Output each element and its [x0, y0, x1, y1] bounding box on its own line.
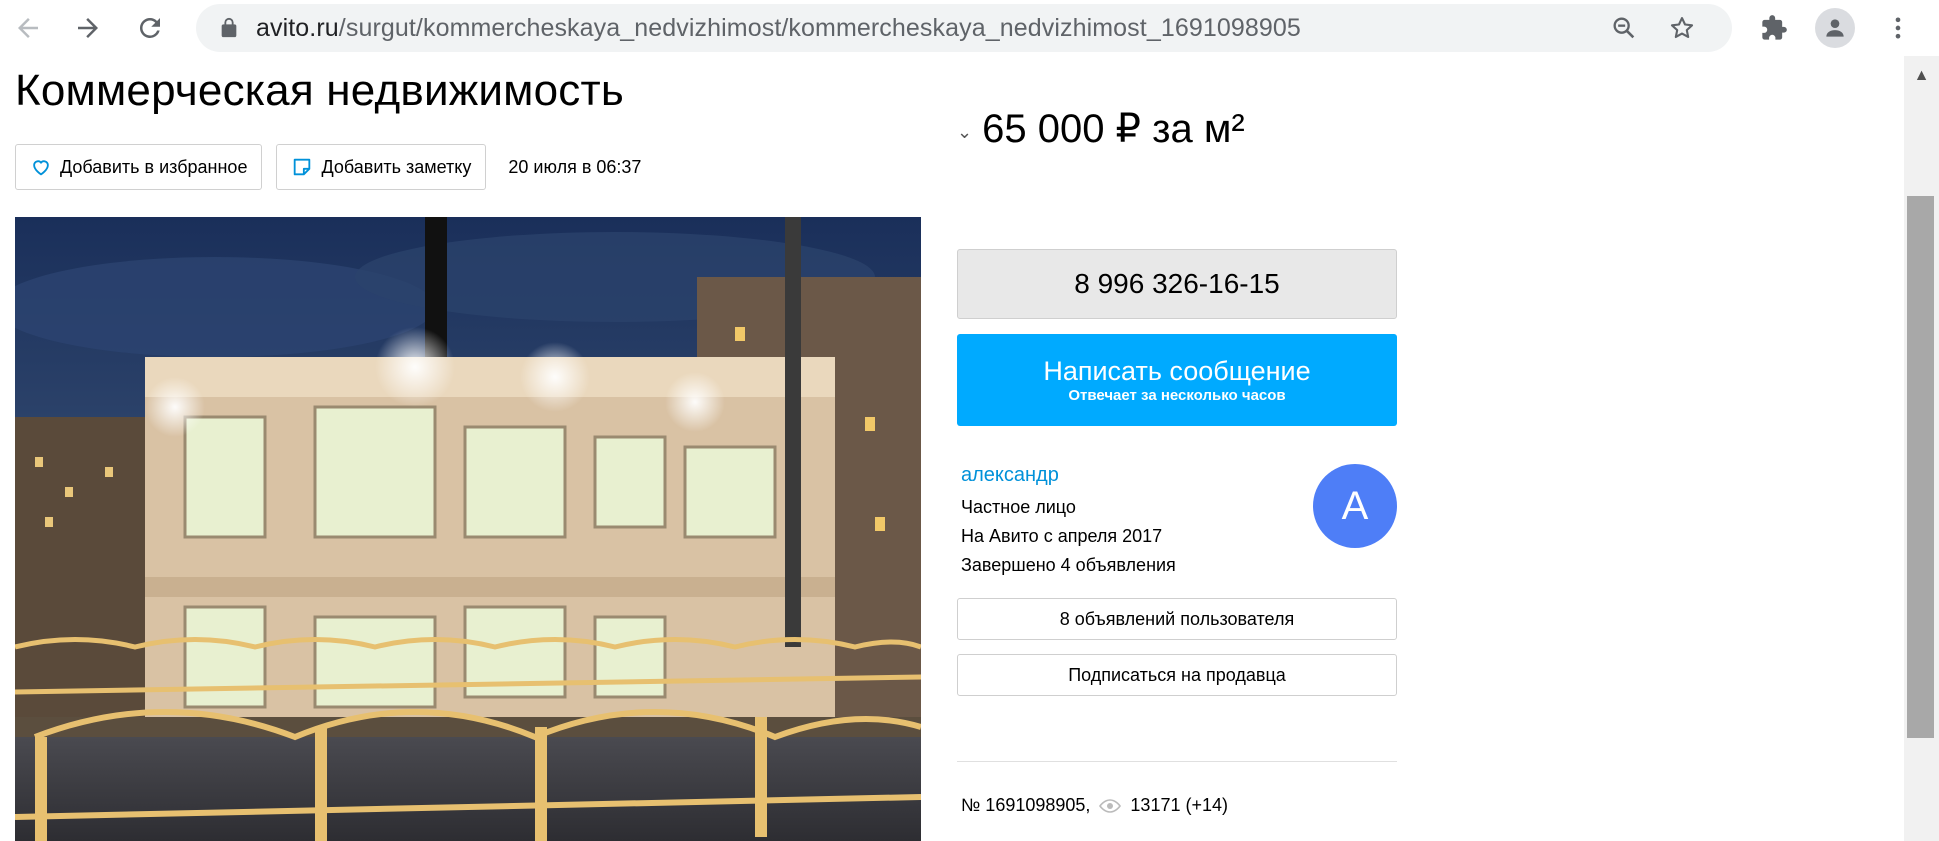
seller-type: Частное лицо [961, 497, 1076, 517]
zoom-out-icon [1613, 17, 1635, 39]
add-to-favorites-button[interactable]: Добавить в избранное [15, 144, 263, 190]
write-message-label: Написать сообщение [1043, 356, 1311, 386]
reload-icon [139, 17, 160, 38]
listing-actions: Добавить в избранное Добавить заметку 20… [15, 144, 641, 190]
listing-title: Коммерческая недвижимость [15, 66, 624, 115]
eye-icon [1099, 798, 1122, 813]
bookmark-button[interactable] [1666, 12, 1698, 44]
url-host: avito.ru [256, 13, 339, 42]
scroll-thumb[interactable] [1907, 196, 1934, 738]
browser-toolbar: avito.ru/surgut/kommercheskaya_nedvizhim… [0, 0, 1939, 56]
reload-button[interactable] [128, 6, 172, 50]
price-dropdown-chevron-icon[interactable]: ⌄ [957, 122, 972, 143]
back-button[interactable] [6, 6, 50, 50]
views-count: 13171 (+14) [1130, 795, 1228, 815]
add-note-button[interactable]: Добавить заметку [276, 144, 487, 190]
arrow-right-icon [78, 18, 98, 38]
listing-meta: № 1691098905, 13171 (+14) [961, 795, 1228, 816]
address-bar[interactable]: avito.ru/surgut/kommercheskaya_nedvizhim… [196, 4, 1732, 52]
subscribe-seller-button[interactable]: Подписаться на продавца [957, 654, 1397, 696]
page-scrollbar[interactable]: ▲ [1904, 56, 1939, 841]
lock-icon [221, 17, 237, 38]
puzzle-icon [1762, 15, 1787, 40]
person-icon [1826, 19, 1844, 37]
seller-avatar[interactable]: А [1313, 464, 1397, 548]
scroll-up-arrow[interactable]: ▲ [1904, 64, 1939, 88]
url-text: avito.ru/surgut/kommercheskaya_nedvizhim… [256, 14, 1301, 43]
price-value: 65 000 ₽ за м² [982, 107, 1245, 151]
seller-since: На Авито с апреля 2017 [961, 526, 1163, 546]
zoom-button[interactable] [1608, 12, 1640, 44]
listing-photo[interactable] [15, 217, 921, 841]
section-divider [957, 761, 1397, 762]
star-icon [1670, 17, 1694, 39]
listing-number: № 1691098905, [961, 795, 1091, 815]
url-path: /surgut/kommercheskaya_nedvizhimost/komm… [338, 13, 1301, 42]
seller-ads-button[interactable]: 8 объявлений пользователя [957, 598, 1397, 640]
note-icon [294, 158, 311, 176]
add-note-label: Добавить заметку [321, 156, 472, 177]
response-time-label: Отвечает за несколько часов [1068, 387, 1286, 404]
kebab-menu-icon [1895, 17, 1901, 39]
profile-button[interactable] [1815, 8, 1855, 48]
seller-name-link[interactable]: александр [961, 464, 1059, 487]
heart-icon [33, 160, 49, 176]
extensions-button[interactable] [1756, 10, 1792, 46]
add-to-favorites-label: Добавить в избранное [60, 156, 248, 177]
price-block: ⌄ 65 000 ₽ за м² [957, 106, 1245, 152]
browser-menu-button[interactable] [1880, 10, 1916, 46]
forward-button[interactable] [66, 6, 110, 50]
arrow-left-icon [18, 18, 38, 38]
building-photo-illustration [15, 217, 921, 841]
write-message-button[interactable]: Написать сообщение Отвечает за несколько… [957, 334, 1397, 426]
publish-date: 20 июля в 06:37 [508, 156, 642, 177]
seller-completed-ads: Завершено 4 объявления [961, 555, 1176, 575]
show-phone-button[interactable]: 8 996 326-16-15 [957, 249, 1397, 319]
